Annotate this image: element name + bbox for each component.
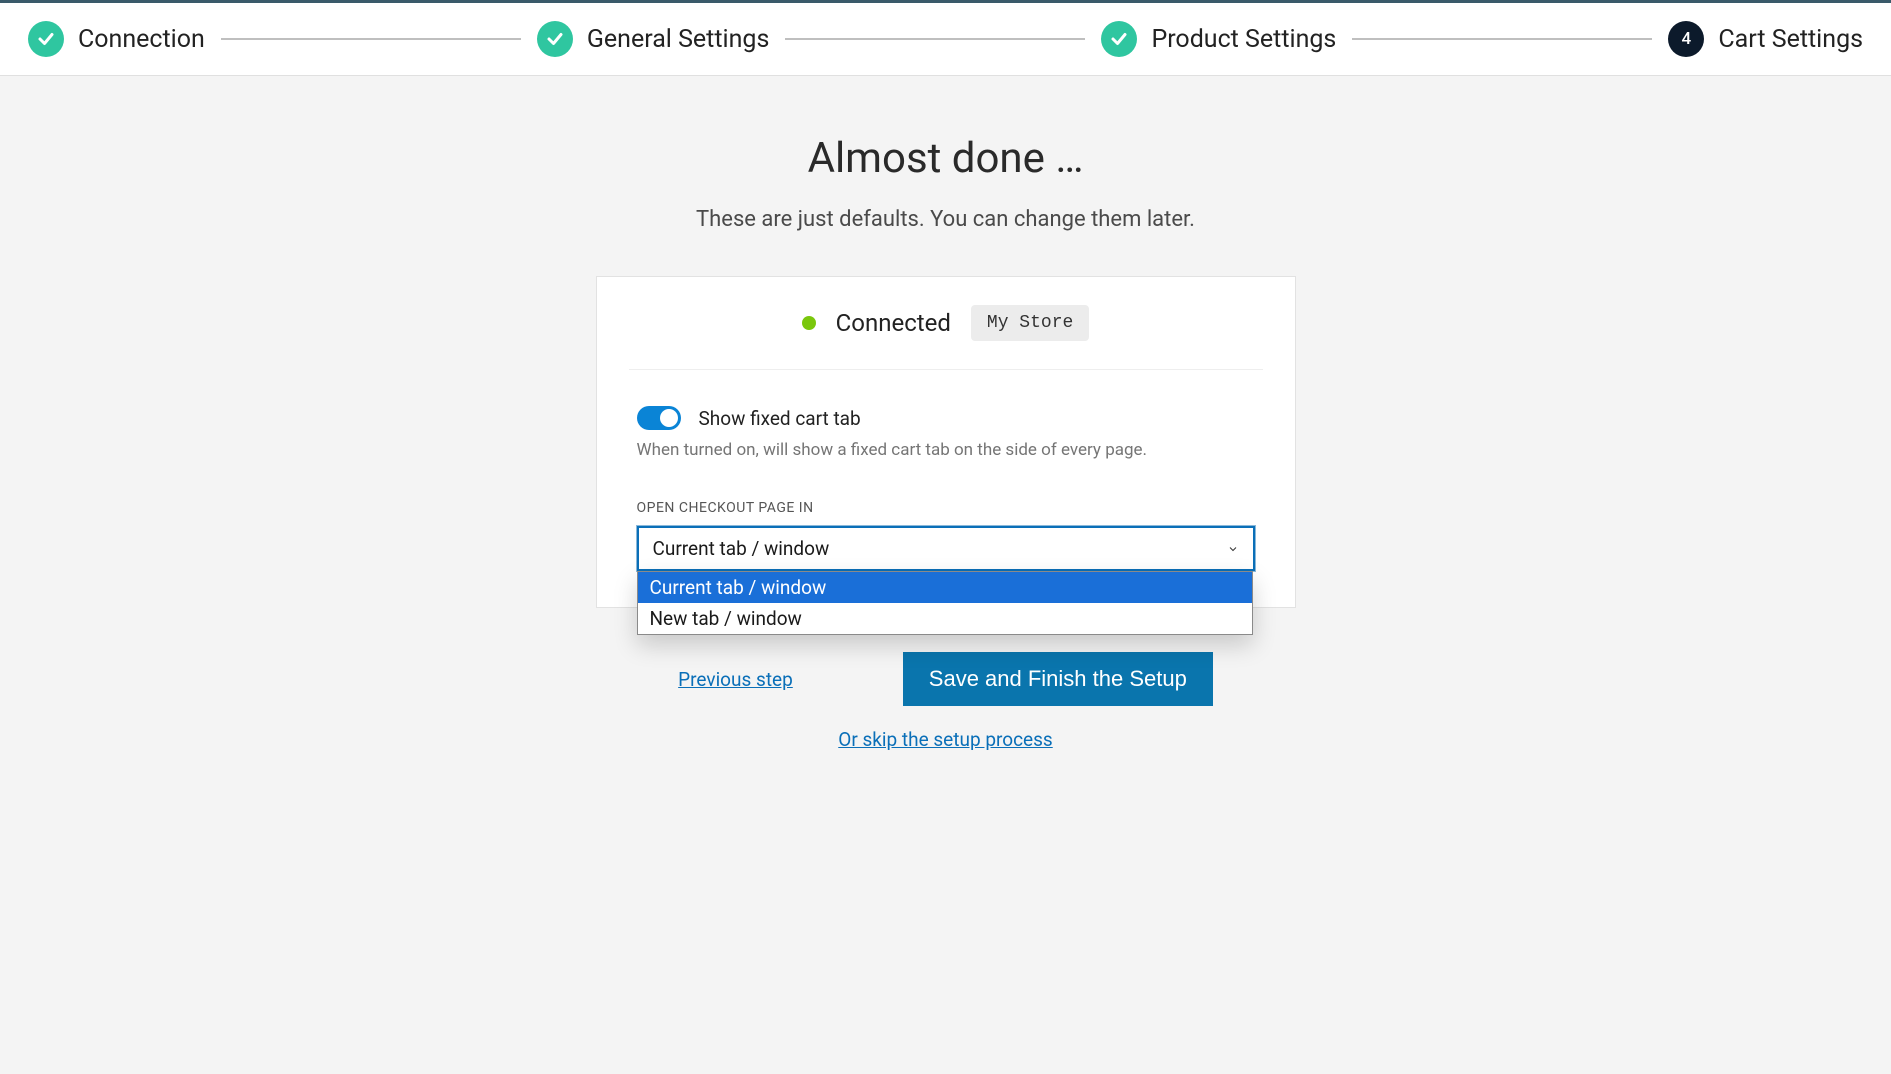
checkout-select-wrap: Current tab / window Current tab / windo… xyxy=(637,526,1255,571)
step-number: 4 xyxy=(1682,29,1692,49)
main-content: Almost done … These are just defaults. Y… xyxy=(466,76,1426,751)
step-cart-settings[interactable]: 4 Cart Settings xyxy=(1668,21,1863,57)
step-connection[interactable]: Connection xyxy=(28,21,205,57)
select-value: Current tab / window xyxy=(653,537,830,560)
save-finish-button[interactable]: Save and Finish the Setup xyxy=(903,652,1213,706)
step-divider xyxy=(221,38,521,40)
select-option[interactable]: Current tab / window xyxy=(638,572,1252,603)
toggle-label: Show fixed cart tab xyxy=(699,407,861,430)
step-label: General Settings xyxy=(587,25,770,54)
step-divider xyxy=(1352,38,1652,40)
status-dot-icon xyxy=(802,316,816,330)
step-label: Product Settings xyxy=(1151,25,1336,54)
checkout-select-dropdown: Current tab / window New tab / window xyxy=(637,571,1253,635)
connection-status: Connected My Store xyxy=(629,277,1263,370)
step-label: Cart Settings xyxy=(1718,25,1863,54)
toggle-description: When turned on, will show a fixed cart t… xyxy=(637,440,1255,460)
step-number-badge: 4 xyxy=(1668,21,1704,57)
step-general-settings[interactable]: General Settings xyxy=(537,21,770,57)
select-option[interactable]: New tab / window xyxy=(638,603,1252,634)
card-body: Show fixed cart tab When turned on, will… xyxy=(597,370,1295,607)
check-icon xyxy=(28,21,64,57)
step-product-settings[interactable]: Product Settings xyxy=(1101,21,1336,57)
chevron-down-icon xyxy=(1227,543,1239,555)
store-name-badge: My Store xyxy=(971,305,1089,341)
step-label: Connection xyxy=(78,25,205,54)
page-title: Almost done … xyxy=(466,134,1426,183)
fixed-cart-toggle[interactable] xyxy=(637,406,681,430)
checkout-select[interactable]: Current tab / window xyxy=(637,526,1255,571)
fixed-cart-toggle-row: Show fixed cart tab xyxy=(637,406,1255,430)
page-subtitle: These are just defaults. You can change … xyxy=(466,207,1426,232)
check-icon xyxy=(1101,21,1137,57)
step-divider xyxy=(785,38,1085,40)
previous-step-link[interactable]: Previous step xyxy=(678,668,793,691)
skip-setup-link[interactable]: Or skip the setup process xyxy=(838,728,1052,751)
skip-row: Or skip the setup process xyxy=(466,728,1426,751)
settings-card: Connected My Store Show fixed cart tab W… xyxy=(596,276,1296,608)
check-icon xyxy=(537,21,573,57)
status-label: Connected xyxy=(836,309,951,337)
toggle-knob xyxy=(660,409,678,427)
action-row: Previous step Save and Finish the Setup xyxy=(466,652,1426,706)
checkout-select-label: OPEN CHECKOUT PAGE IN xyxy=(637,500,1255,516)
stepper: Connection General Settings Product Sett… xyxy=(0,0,1891,76)
